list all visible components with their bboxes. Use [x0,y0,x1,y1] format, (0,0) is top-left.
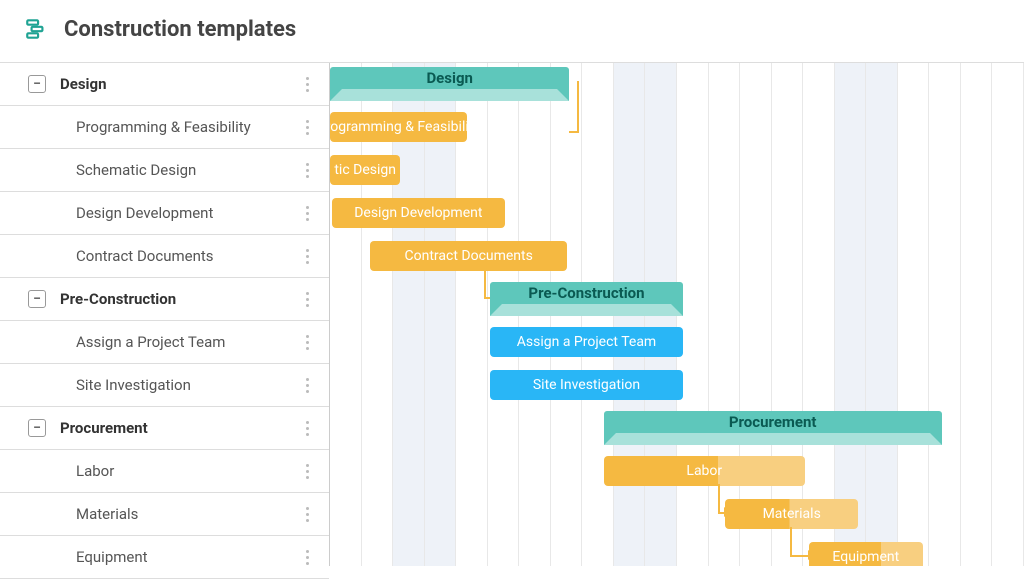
collapse-button[interactable]: − [28,75,46,93]
kebab-menu-icon[interactable] [297,206,317,221]
kebab-menu-icon[interactable] [297,507,317,522]
kebab-menu-icon[interactable] [297,292,317,307]
gantt-group-bar[interactable]: Design [330,67,569,101]
kebab-menu-icon[interactable] [297,163,317,178]
gantt-bar[interactable]: Contract Documents [370,241,568,271]
kebab-menu-icon[interactable] [297,77,317,92]
gantt-chart[interactable]: Design Programming & Feasibility tic Desig… [330,63,1024,566]
gantt-bar[interactable]: Design Development [332,198,505,228]
task-row[interactable]: Contract Documents [0,235,329,278]
kebab-menu-icon[interactable] [297,464,317,479]
gantt-bar[interactable]: Site Investigation [490,370,684,400]
task-row[interactable]: Assign a Project Team [0,321,329,364]
task-row[interactable]: Materials [0,493,329,536]
kebab-menu-icon[interactable] [297,550,317,565]
group-label: Design [60,75,297,93]
page-header: Construction templates [0,0,1024,63]
gantt-bar[interactable]: Labor [604,456,805,486]
kebab-menu-icon[interactable] [297,335,317,350]
page-title: Construction templates [64,17,296,42]
task-group-row[interactable]: − Design [0,63,329,106]
task-label: Site Investigation [76,376,297,394]
kebab-menu-icon[interactable] [297,421,317,436]
gantt-group-bar[interactable]: Pre-Construction [490,282,684,316]
task-row[interactable]: Programming & Feasibility [0,106,329,149]
task-label: Equipment [76,548,297,566]
gantt-bar[interactable]: Materials [725,499,858,529]
task-row[interactable]: Site Investigation [0,364,329,407]
task-row[interactable]: Design Development [0,192,329,235]
task-label: Design Development [76,204,297,222]
gantt-icon [24,16,50,42]
gantt-bar[interactable]: Assign a Project Team [490,327,684,357]
kebab-menu-icon[interactable] [297,378,317,393]
group-label: Procurement [60,419,297,437]
kebab-menu-icon[interactable] [297,120,317,135]
task-list: − Design Programming & Feasibility Schem… [0,63,330,566]
task-label: Schematic Design [76,161,297,179]
task-group-row[interactable]: − Pre-Construction [0,278,329,321]
task-row[interactable]: Labor [0,450,329,493]
task-label: Labor [76,462,297,480]
task-row[interactable]: Schematic Design [0,149,329,192]
task-label: Contract Documents [76,247,297,265]
group-label: Pre-Construction [60,290,297,308]
task-label: Assign a Project Team [76,333,297,351]
gantt-bar[interactable]: Equipment [809,542,923,566]
task-label: Materials [76,505,297,523]
gantt-group-bar[interactable]: Procurement [604,411,942,445]
kebab-menu-icon[interactable] [297,249,317,264]
task-group-row[interactable]: − Procurement [0,407,329,450]
collapse-button[interactable]: − [28,290,46,308]
task-label: Programming & Feasibility [76,118,297,136]
gantt-bar[interactable]: tic Design [330,155,400,185]
collapse-button[interactable]: − [28,419,46,437]
gantt-bar[interactable]: Programming & Feasibility [330,112,467,142]
